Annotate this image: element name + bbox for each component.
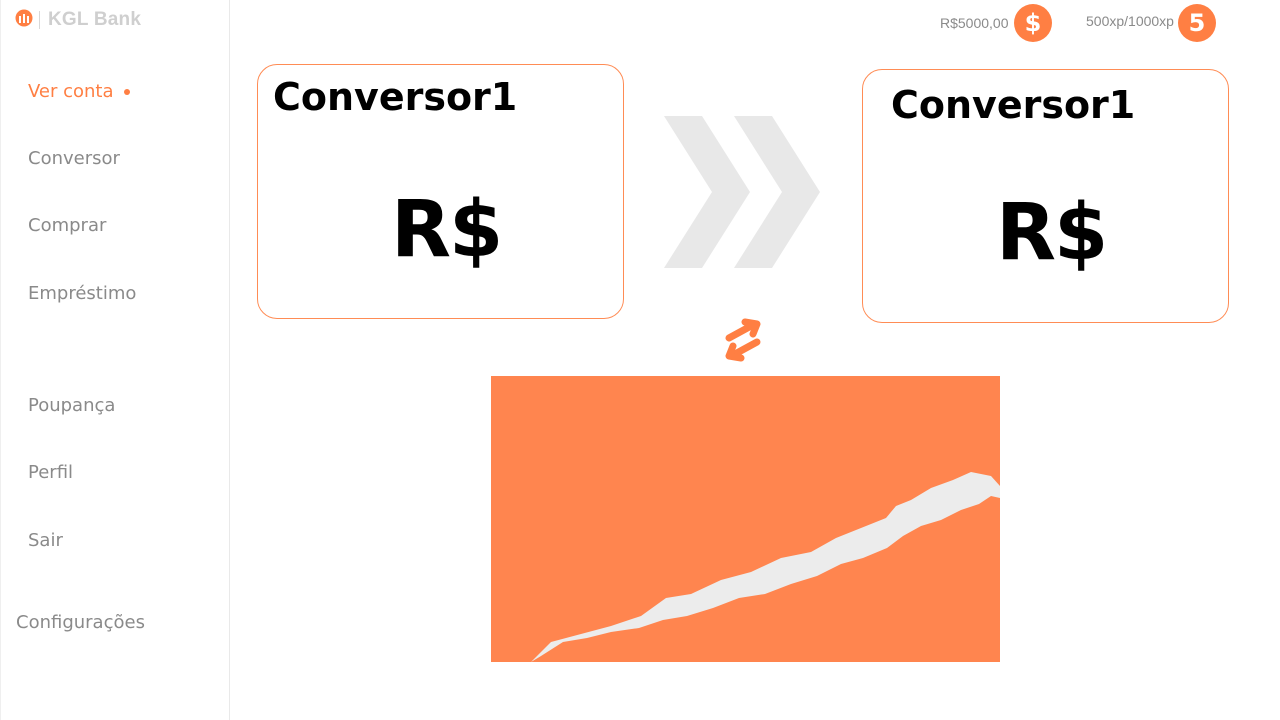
sidebar-item-perfil[interactable]: Perfil	[28, 462, 73, 483]
sidebar-item-label: Configurações	[16, 612, 145, 633]
converter-to-title: Conversor1	[891, 83, 1136, 127]
level-number: 5	[1188, 9, 1206, 37]
bank-logo-icon	[15, 9, 33, 31]
converter-to-currency: R$	[996, 188, 1108, 278]
brand[interactable]: KGL Bank	[15, 8, 141, 32]
sidebar-item-label: Empréstimo	[28, 283, 137, 304]
sidebar-item-label: Ver conta	[28, 81, 114, 102]
active-indicator-dot	[123, 89, 130, 95]
converter-to-card[interactable]: Conversor1 R$	[862, 69, 1229, 323]
sidebar-item-label: Conversor	[28, 148, 120, 169]
double-chevron-right-icon	[664, 116, 824, 272]
dollar-icon: $	[1024, 9, 1042, 37]
sidebar-item-poupanca[interactable]: Poupança	[28, 395, 115, 416]
brand-name: KGL Bank	[48, 9, 142, 30]
sidebar: KGL Bank Ver conta Conversor Comprar Emp…	[0, 0, 230, 720]
balance-dollar-icon[interactable]: $	[1014, 4, 1052, 42]
converter-from-title: Conversor1	[273, 75, 518, 119]
sidebar-item-conversor[interactable]: Conversor	[28, 148, 120, 169]
sidebar-item-configuracoes[interactable]: Configurações	[16, 612, 145, 633]
sidebar-item-ver-conta[interactable]: Ver conta	[28, 81, 130, 102]
sidebar-item-label: Poupança	[28, 395, 116, 416]
swap-arrows-icon[interactable]	[717, 318, 769, 366]
sidebar-item-comprar[interactable]: Comprar	[28, 215, 106, 236]
converter-from-currency: R$	[391, 185, 503, 275]
level-badge[interactable]: 5	[1178, 4, 1216, 42]
sidebar-item-label: Comprar	[28, 215, 107, 236]
xp-text: 500xp/1000xp	[1086, 13, 1174, 29]
torn-paper-illustration	[491, 376, 1000, 662]
sidebar-item-label: Sair	[28, 530, 63, 551]
sidebar-item-sair[interactable]: Sair	[28, 530, 63, 551]
converter-from-card[interactable]: Conversor1 R$	[257, 64, 624, 319]
sidebar-item-label: Perfil	[28, 462, 74, 483]
balance-text: R$5000,00	[940, 15, 1009, 31]
sidebar-item-emprestimo[interactable]: Empréstimo	[28, 283, 136, 304]
brand-divider	[39, 11, 40, 29]
